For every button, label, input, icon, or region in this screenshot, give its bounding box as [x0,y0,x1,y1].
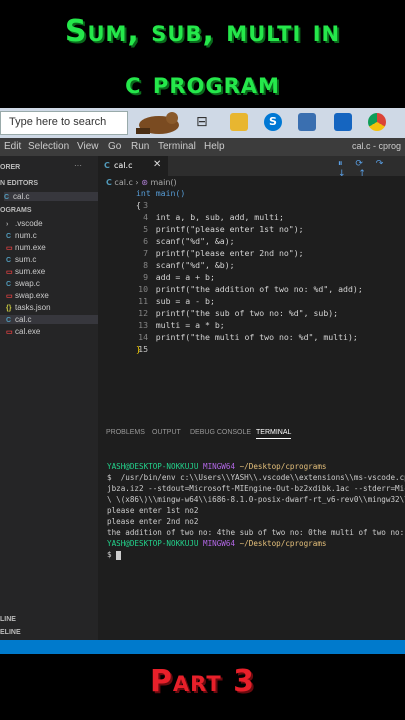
open-editors-header[interactable]: N EDITORS [0,180,38,187]
menu-selection[interactable]: Selection [28,141,69,152]
windows-taskbar: Type here to search ⊟ S [0,108,405,138]
editor-tab-bar: C cal.c ✕ ⏸ ⟳ ↷ ↓ ↑ [98,156,405,179]
tab-output[interactable]: OUTPUT [152,429,181,436]
exe-file-icon: ▭ [6,329,13,336]
c-file-icon: C [104,161,110,170]
tab-terminal[interactable]: TERMINAL [256,429,292,439]
line-number: 9 [143,272,148,282]
part-label: Part 3 [149,664,256,699]
c-file-icon: C [6,281,12,288]
terminal-line: jbza.iz2 --stdout=Microsoft-MIEngine-Out… [107,484,405,493]
more-actions-icon[interactable]: ··· [74,161,82,170]
file-item[interactable]: ▭ swap.exe [6,291,49,300]
terminal-line: please enter 2nd no2 [107,517,199,526]
taskbar-search-box[interactable]: Type here to search [0,111,128,135]
terminal-input-line[interactable]: $ [107,550,122,560]
chevron-right-icon: › [6,221,9,228]
file-item[interactable]: ▭ sum.exe [6,267,45,276]
c-file-icon: C [106,178,112,187]
file-item[interactable]: Csum.c [6,255,36,264]
exe-file-icon: ▭ [6,269,13,276]
line-number: 8 [143,260,148,270]
tab-cal-c[interactable]: C cal.c ✕ [98,156,168,176]
c-file-icon: C [4,194,10,201]
mail-icon[interactable] [334,113,352,131]
file-item-selected[interactable]: Ccal.c [0,315,98,324]
folder-header[interactable]: OGRAMS [0,207,32,214]
explorer-header: ORER [0,164,21,171]
line-number: 4 [143,212,148,222]
file-item[interactable]: Cswap.c [6,279,40,288]
c-file-icon: C [6,257,12,264]
c-file-icon: C [6,233,12,240]
file-item[interactable]: › .vscode [6,219,43,228]
menu-go[interactable]: Go [108,141,121,152]
window-title: cal.c - cprog [351,141,401,151]
vscode-menubar: Edit Selection View Go Run Terminal Help… [0,138,405,156]
open-editor-label: cal.c [13,192,30,201]
file-item[interactable]: ▭ cal.exe [6,327,40,336]
breadcrumb: C cal.c › ⊛ main() [106,178,177,187]
file-item[interactable]: Cnum.c [6,231,37,240]
video-title-line1: Sum, sub, multi in [64,14,341,49]
menu-view[interactable]: View [77,141,99,152]
line-number: 10 [138,284,148,294]
terminal-prompt: YASH@DESKTOP-NOKKUJU MINGW64 ~/Desktop/c… [107,462,327,471]
line-number: 13 [138,320,148,330]
file-item[interactable]: ▭ num.exe [6,243,46,252]
chrome-icon[interactable] [368,113,386,131]
file-item[interactable]: {} tasks.json [6,303,51,312]
close-icon[interactable]: ✕ [153,159,161,170]
code-area[interactable]: 3 4 5 6 7 8 9 10 11 12 13 14 15 [98,192,405,422]
line-number: 15 [138,344,148,354]
search-placeholder: Type here to search [9,116,107,128]
skype-icon[interactable]: S [264,113,282,131]
line-number: 5 [143,224,148,234]
json-file-icon: {} [6,305,12,312]
terminal-line: please enter 1st no2 [107,506,199,515]
tab-debug-console[interactable]: DEBUG CONSOLE [190,429,251,436]
terminal-line: \ \(x86\)\\mingw-w64\\i686-8.1.0-posix-d… [107,495,405,504]
open-editor-item[interactable]: Ccal.c [4,192,98,201]
exe-file-icon: ▭ [6,245,13,252]
terminal-prompt: YASH@DESKTOP-NOKKUJU MINGW64 ~/Desktop/c… [107,539,327,548]
menu-help[interactable]: Help [204,141,225,152]
video-title-line2: c program [125,66,280,101]
function-icon: ⊛ [141,178,148,187]
screen-capture: Type here to search ⊟ S Edit Selection V… [0,108,405,654]
tab-label: cal.c [114,161,133,170]
tab-problems[interactable]: PROBLEMS [106,429,145,436]
terminal-panel[interactable]: YASH@DESKTOP-NOKKUJU MINGW64 ~/Desktop/c… [0,456,405,654]
file-explorer-icon[interactable] [230,113,248,131]
panel-tab-bar: PROBLEMS OUTPUT DEBUG CONSOLE TERMINAL [98,426,405,442]
line-number: 11 [138,296,148,306]
editor-area: C cal.c ✕ ⏸ ⟳ ↷ ↓ ↑ C cal.c › ⊛ main() 3… [98,156,405,654]
breadcrumb-symbol[interactable]: main() [150,178,176,187]
beaver-mascot-icon [132,108,186,138]
task-view-icon[interactable]: ⊟ [196,113,214,131]
terminal-line: $ /usr/bin/env c:\\Users\\YASH\\.vscode\… [107,473,405,482]
breadcrumb-file[interactable]: cal.c [114,178,132,187]
status-bar [0,640,405,654]
menu-run[interactable]: Run [131,141,149,152]
terminal-output-result: the addition of two no: 4the sub of two … [107,528,405,537]
line-number: 12 [138,308,148,318]
menu-edit[interactable]: Edit [4,141,21,152]
line-number: 7 [143,248,148,258]
exe-file-icon: ▭ [6,293,13,300]
line-number: 6 [143,236,148,246]
line-number: 3 [143,200,148,210]
debug-toolbar[interactable]: ⏸ ⟳ ↷ ↓ ↑ [338,159,405,179]
c-file-icon: C [6,317,12,324]
store-icon[interactable] [298,113,316,131]
menu-terminal[interactable]: Terminal [158,141,196,152]
line-number: 14 [138,332,148,342]
cursor-icon [116,550,122,560]
